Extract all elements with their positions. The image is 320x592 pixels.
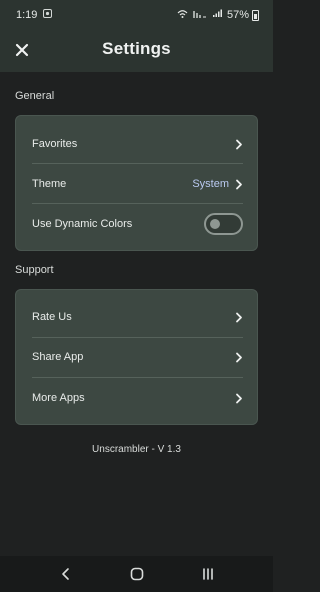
nav-back-button[interactable]	[51, 562, 81, 586]
theme-label: Theme	[32, 178, 67, 190]
chevron-right-icon	[235, 393, 243, 404]
page-title: Settings	[102, 39, 171, 58]
back-icon	[61, 568, 69, 580]
nav-home-button[interactable]	[122, 562, 152, 586]
home-icon	[130, 567, 143, 581]
section-label-support: Support	[15, 264, 54, 276]
favorites-label: Favorites	[32, 138, 78, 150]
chevron-right-icon	[235, 352, 243, 363]
more-apps-label: More Apps	[32, 392, 85, 404]
theme-value: System	[192, 178, 229, 190]
battery-indicator: 57%	[227, 9, 259, 21]
system-nav-bar	[0, 556, 273, 592]
share-app-label: Share App	[32, 351, 84, 363]
dynamic-colors-toggle[interactable]	[204, 213, 243, 235]
battery-percent: 57%	[226, 9, 249, 21]
nav-recents-button[interactable]	[193, 562, 223, 586]
section-label-general: General	[15, 90, 55, 102]
battery-icon	[252, 9, 259, 21]
status-right: 57%	[177, 9, 259, 21]
theme-value-group: System	[192, 178, 243, 190]
lte-icon	[193, 10, 207, 21]
dynamic-colors-row: Use Dynamic Colors	[32, 204, 243, 244]
share-app-row[interactable]: Share App	[32, 337, 243, 377]
theme-row[interactable]: Theme System	[32, 164, 243, 204]
notification-icon	[43, 9, 53, 21]
chevron-right-icon	[235, 179, 243, 190]
general-card: Favorites Theme System Use Dynamic Color…	[15, 115, 258, 251]
support-card: Rate Us Share App More Apps	[15, 289, 258, 425]
toggle-knob	[210, 219, 220, 229]
app-version: Unscrambler - V 1.3	[92, 444, 181, 455]
rate-us-label: Rate Us	[32, 311, 72, 323]
rate-us-row[interactable]: Rate Us	[32, 297, 243, 337]
status-left: 1:19	[16, 9, 53, 21]
chevron-right-icon	[235, 312, 243, 323]
wifi-calling-icon	[177, 9, 188, 21]
signal-icon	[212, 9, 222, 21]
dynamic-colors-label: Use Dynamic Colors	[32, 218, 133, 230]
favorites-row[interactable]: Favorites	[32, 124, 243, 164]
app-bar: Settings	[0, 30, 273, 72]
status-time: 1:19	[16, 9, 38, 21]
status-bar: 1:19 57%	[0, 0, 273, 30]
recents-icon	[202, 568, 213, 580]
more-apps-row[interactable]: More Apps	[32, 378, 243, 418]
chevron-right-icon	[235, 139, 243, 150]
